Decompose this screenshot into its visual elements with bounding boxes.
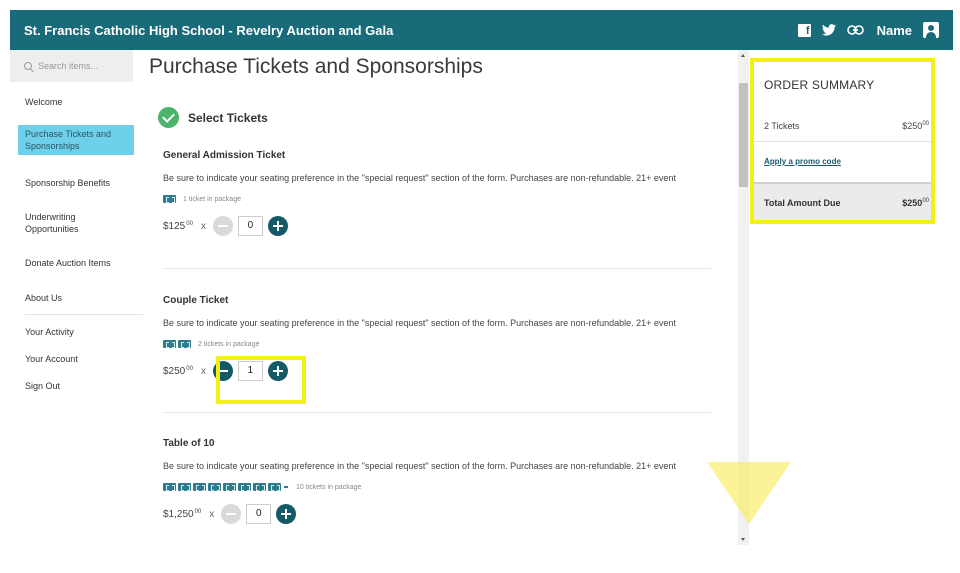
pointer-triangle [707,462,791,524]
ticket-table-of-10: Table of 10 Be sure to indicate your sea… [163,438,723,524]
price-amount: $1,250 [163,508,194,520]
total-label: Total Amount Due [764,198,841,208]
sidebar-item-underwriting[interactable]: Underwriting Opportunities [10,211,133,235]
quantity-input[interactable]: 0 [246,504,272,524]
increase-quantity-button[interactable] [276,504,297,524]
more-tickets-icon [284,486,288,488]
check-circle-icon [158,107,179,128]
ticket-icon [268,483,281,491]
scroll-down-arrow[interactable] [741,538,745,541]
sidebar-divider [25,314,143,315]
summary-tickets-label: 2 Tickets [764,121,800,131]
price-cents: 00 [186,365,193,372]
header-actions: f Name [797,22,939,38]
ticket-icon [178,483,191,491]
ticket-description: Be sure to indicate your seating prefere… [163,318,676,328]
package-text: 1 ticket in package [183,195,241,203]
scrollbar-thumb[interactable] [739,83,748,187]
sidebar-item-sign-out[interactable]: Sign Out [10,380,133,392]
ticket-description: Be sure to indicate your seating prefere… [163,173,676,183]
quantity-input[interactable]: 0 [237,216,263,236]
ticket-icon [178,340,191,348]
times-sign: x [200,220,206,232]
sidebar-item-about-us[interactable]: About Us [10,292,133,304]
order-summary-panel: ORDER SUMMARY 2 Tickets $25000 Apply a p… [750,58,935,224]
page-title: Purchase Tickets and Sponsorships [149,55,483,78]
summary-divider [754,141,931,142]
times-sign: x [209,508,215,520]
summary-tickets-amount: $25000 [902,121,929,131]
price-amount: $250 [163,365,186,377]
step-header: Select Tickets [158,107,268,128]
ticket-name: General Admission Ticket [163,150,286,161]
ticket-general-admission: General Admission Ticket Be sure to indi… [163,150,723,236]
decrease-quantity-button[interactable] [221,504,242,524]
ticket-icon [253,483,266,491]
total-row: Total Amount Due $25000 [754,182,931,220]
summary-amount: $250 [902,121,923,131]
total-value: $250 [902,198,923,208]
decrease-quantity-button[interactable] [212,216,233,236]
ticket-description: Be sure to indicate your seating prefere… [163,461,676,471]
quantity-row: $1,25000 x 0 [163,504,723,524]
price-amount: $125 [163,220,186,232]
user-name[interactable]: Name [877,23,912,38]
search-icon [24,62,32,70]
promo-code-link[interactable]: Apply a promo code [764,157,841,166]
package-text: 2 tickets in package [198,340,260,348]
ticket-price: $1,25000 [163,509,201,520]
twitter-icon[interactable] [821,24,836,36]
ticket-name: Table of 10 [163,438,215,449]
user-icon[interactable] [923,22,939,38]
ticket-package: 2 tickets in package [163,340,723,348]
event-title[interactable]: St. Francis Catholic High School - Revel… [24,23,798,38]
ticket-icon [208,483,221,491]
ticket-divider [163,412,711,413]
ticket-icon [238,483,251,491]
summary-tickets-row: 2 Tickets $25000 [754,121,931,131]
step-label: Select Tickets [188,110,268,125]
ticket-package: 1 ticket in package [163,195,723,203]
increase-quantity-button[interactable] [267,216,288,236]
total-amount: $25000 [902,198,929,208]
link-icon[interactable] [846,25,864,35]
order-summary-title: ORDER SUMMARY [764,78,875,92]
times-sign: x [200,365,206,377]
sidebar-item-welcome[interactable]: Welcome [10,96,133,108]
sidebar: Search items... Welcome Purchase Tickets… [10,50,143,410]
sidebar-item-your-activity[interactable]: Your Activity [10,326,133,338]
summary-cents: 00 [922,121,929,127]
quantity-highlight [216,356,306,404]
ticket-divider [163,268,711,269]
ticket-price: $12500 [163,221,193,232]
ticket-icon [163,195,176,203]
quantity-row: $12500 x 0 [163,216,723,236]
ticket-name: Couple Ticket [163,295,229,306]
ticket-icon [163,340,176,348]
price-cents: 00 [194,508,202,515]
top-bar: St. Francis Catholic High School - Revel… [10,10,953,50]
search-box[interactable]: Search items... [10,50,133,82]
sidebar-item-purchase-tickets[interactable]: Purchase Tickets and Sponsorships [18,125,134,155]
sidebar-item-donate[interactable]: Donate Auction Items [10,257,133,269]
facebook-icon[interactable]: f [797,23,811,37]
package-text: 10 tickets in package [296,483,362,491]
total-cents: 00 [922,198,929,204]
price-cents: 00 [186,220,193,227]
main-content: Purchase Tickets and Sponsorships Select… [140,50,738,550]
ticket-package: 10 tickets in package [163,483,723,491]
sidebar-item-sponsorship-benefits[interactable]: Sponsorship Benefits [10,177,133,189]
sidebar-item-your-account[interactable]: Your Account [10,353,133,365]
ticket-price: $25000 [163,366,193,377]
ticket-icon [193,483,206,491]
ticket-icon [163,483,176,491]
ticket-icon [223,483,236,491]
scroll-up-arrow[interactable] [741,54,745,57]
search-input[interactable]: Search items... [38,61,98,71]
